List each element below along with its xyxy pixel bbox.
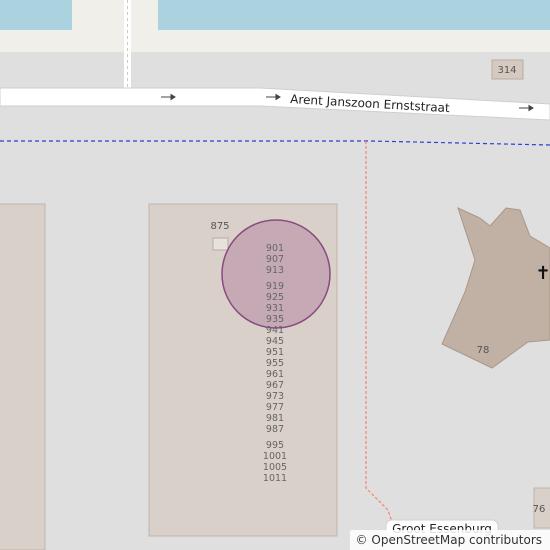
map-canvas: ✝ 314 Arent Janszoon Ernststraat 875 78 … (0, 0, 550, 550)
house-number-1001: 1001 (263, 451, 287, 462)
house-number-945: 945 (266, 336, 284, 347)
house-number-925: 925 (266, 292, 284, 303)
building-number-78: 78 (477, 345, 490, 356)
street-road (0, 87, 550, 121)
building-small (212, 237, 229, 251)
house-number-951: 951 (266, 347, 284, 358)
church-icon: ✝ (535, 263, 550, 284)
house-number-919: 919 (266, 281, 284, 292)
map-view[interactable]: ✝ 314 Arent Janszoon Ernststraat 875 78 … (0, 0, 550, 550)
house-number-941: 941 (266, 325, 284, 336)
church-building (441, 207, 550, 369)
house-number-955: 955 (266, 358, 284, 369)
house-number-961: 961 (266, 369, 284, 380)
house-number-987: 987 (266, 424, 284, 435)
house-number-907: 907 (266, 254, 284, 265)
quay-strip (72, 0, 158, 30)
quay-area (0, 30, 550, 52)
attribution: © OpenStreetMap contributors (349, 530, 550, 550)
house-number-1005: 1005 (263, 462, 287, 473)
copyright-icon: © (355, 533, 368, 547)
road-number-label: 314 (497, 65, 516, 76)
building-number-875: 875 (210, 221, 229, 232)
water-area-right (158, 0, 550, 30)
building-left-edge (0, 203, 46, 550)
boundary-line (0, 140, 550, 146)
building-number-76: 76 (533, 504, 546, 515)
house-number-995: 995 (266, 440, 284, 451)
house-number-901: 901 (266, 243, 284, 254)
house-number-973: 973 (266, 391, 284, 402)
house-number-967: 967 (266, 380, 284, 391)
house-number-981: 981 (266, 413, 284, 424)
house-number-931: 931 (266, 303, 284, 314)
attribution-link[interactable]: OpenStreetMap contributors (371, 533, 542, 547)
house-number-977: 977 (266, 402, 284, 413)
water-area-left (0, 0, 72, 30)
house-number-935: 935 (266, 314, 284, 325)
house-number-913: 913 (266, 265, 284, 276)
footpath-line (365, 141, 393, 523)
house-number-1011: 1011 (263, 473, 287, 484)
